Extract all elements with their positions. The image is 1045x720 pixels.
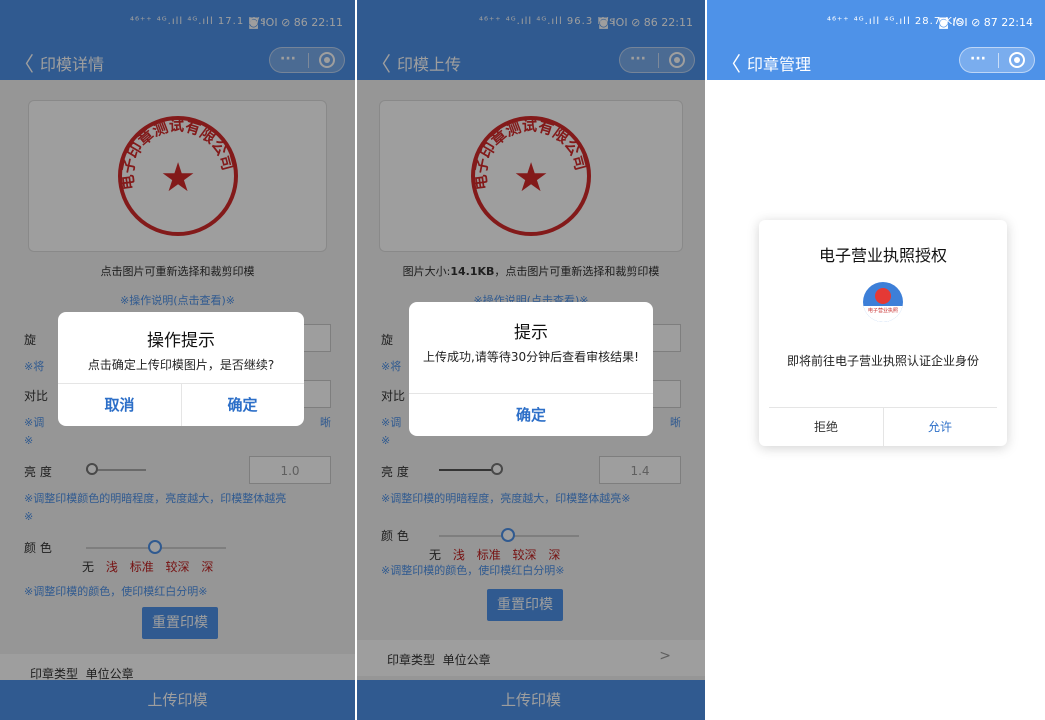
confirm-dialog: 操作提示 点击确定上传印模图片，是否继续? 取消 确定 (58, 312, 304, 426)
confirm-button[interactable]: 确定 (181, 384, 304, 426)
authorization-message: 即将前往电子营业执照认证企业身份 (786, 354, 979, 368)
battery-time: ◙ ⅠOⅠ ⊘ 87 22:14 (938, 16, 1033, 29)
dialog-message: 点击确定上传印模图片，是否继续? (87, 358, 275, 372)
confirm-button[interactable]: 确定 (409, 394, 653, 436)
capsule-divider (998, 53, 999, 68)
close-icon[interactable] (1009, 52, 1025, 68)
dialog-title: 提示 (514, 323, 548, 343)
cancel-button[interactable]: 取消 (58, 384, 181, 426)
dialog-title: 操作提示 (147, 331, 215, 351)
dialog-buttons: 取消 确定 (58, 383, 304, 426)
authorization-buttons: 拒绝 允许 (769, 407, 997, 446)
allow-button[interactable]: 允许 (883, 408, 997, 446)
dialog-buttons: 确定 (409, 393, 653, 436)
emblem-icon (875, 288, 891, 304)
screen-seal-upload: ⁴⁶⁺⁺ ⁴ᴳ.ıll ⁴ᴳ.ıll 96.3 K/s ◙ ⅠOⅠ ⊘ 86 2… (357, 0, 705, 720)
nav-bar: 〈 印章管理 ··· (707, 42, 1045, 80)
status-bar: ⁴⁶⁺⁺ ⁴ᴳ.ıll ⁴ᴳ.ıll 28.7 K/s ◙ ⅠOⅠ ⊘ 87 2… (707, 0, 1045, 42)
mini-program-capsule: ··· (959, 47, 1035, 73)
screen-seal-detail: ⁴⁶⁺⁺ ⁴ᴳ.ıll ⁴ᴳ.ıll 17.1 K/s ◙ ⅠOⅠ ⊘ 86 2… (0, 0, 355, 720)
page-title: 印章管理 (747, 55, 812, 74)
authorization-dialog: 电子营业执照授权 电子营业执照 即将前往电子营业执照认证企业身份 拒绝 允许 (759, 220, 1007, 446)
reject-button[interactable]: 拒绝 (769, 408, 883, 446)
dialog-message: 上传成功,请等待30分钟后查看审核结果! (423, 350, 639, 364)
authorization-title: 电子营业执照授权 (818, 246, 947, 265)
business-license-logo-icon: 电子营业执照 (863, 282, 903, 322)
screen-seal-management: ⁴⁶⁺⁺ ⁴ᴳ.ıll ⁴ᴳ.ıll 28.7 K/s ◙ ⅠOⅠ ⊘ 87 2… (707, 0, 1045, 720)
more-icon[interactable]: ··· (970, 51, 986, 67)
logo-caption: 电子营业执照 (863, 306, 903, 322)
success-dialog: 提示 上传成功,请等待30分钟后查看审核结果! 确定 (409, 302, 653, 436)
back-icon[interactable]: 〈 (721, 48, 741, 77)
